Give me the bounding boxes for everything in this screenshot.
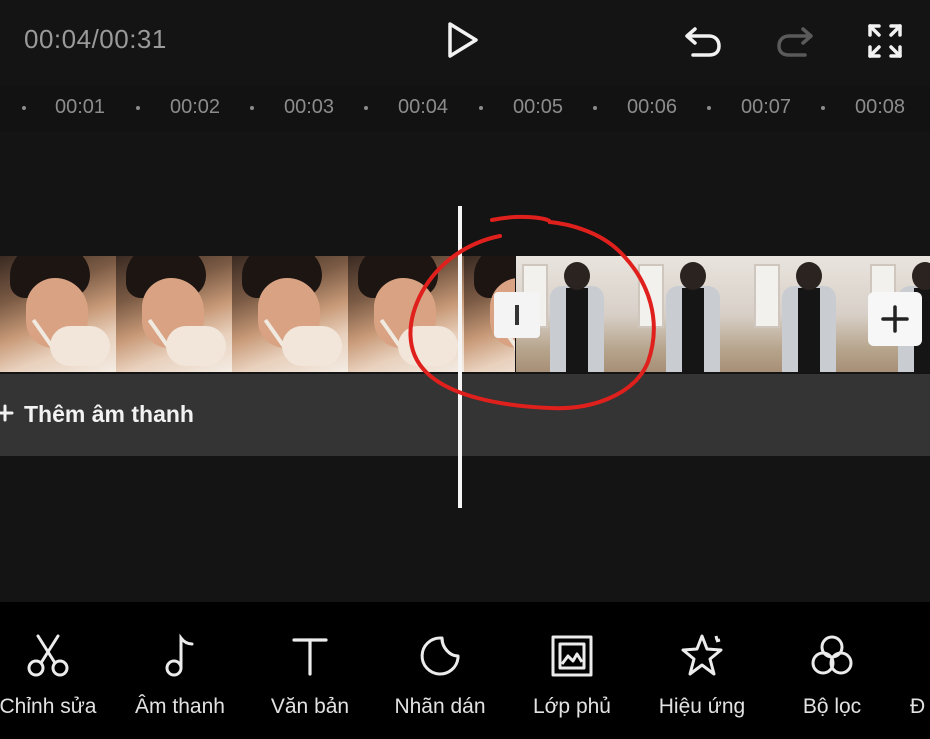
tool-more[interactable]: Đ [890, 632, 930, 732]
add-audio-track[interactable]: Thêm âm thanh [0, 374, 930, 456]
ruler-tick: 00:03 [283, 96, 335, 118]
filter-icon [811, 635, 853, 675]
clip-thumbnail [232, 256, 348, 372]
fullscreen-button[interactable] [862, 18, 908, 64]
undo-icon [685, 27, 721, 57]
ruler-tick: 00:04 [397, 96, 449, 118]
ruler-dot [821, 106, 825, 110]
clip-thumbnail [632, 256, 748, 372]
timeline: Thêm âm thanh [0, 132, 930, 602]
play-icon [448, 22, 478, 58]
clip-thumbnail [748, 256, 864, 372]
top-bar: 00:04/00:31 [0, 0, 930, 86]
video-clip-1[interactable] [0, 256, 515, 372]
ruler-tick: 00:06 [626, 96, 678, 118]
video-editor: 00:04/00:31 00:01 00:02 00:03 00:04 00:0… [0, 0, 930, 739]
time-ruler[interactable]: 00:01 00:02 00:03 00:04 00:05 00:06 00:0… [0, 86, 930, 132]
tool-filter[interactable]: Bộ lọc [772, 632, 892, 732]
overlay-icon [551, 635, 593, 677]
playback-timecode: 00:04/00:31 [24, 24, 167, 54]
add-clip-button[interactable] [868, 292, 922, 346]
clip-thumbnail [348, 256, 464, 372]
fullscreen-icon [868, 24, 902, 58]
tool-label: Âm thanh [135, 695, 225, 718]
video-track [0, 256, 930, 372]
ruler-tick: 00:02 [169, 96, 221, 118]
clip-thumbnail [0, 256, 116, 372]
ruler-dot [250, 106, 254, 110]
ruler-tick: 00:08 [854, 96, 906, 118]
scissors-icon [27, 634, 69, 677]
redo-icon [777, 27, 813, 57]
tool-label: Văn bản [270, 695, 350, 718]
add-audio-label: Thêm âm thanh [24, 401, 194, 427]
tool-edit[interactable]: Chỉnh sửa [0, 632, 108, 732]
text-icon [292, 638, 328, 676]
tool-text[interactable]: Văn bản [250, 632, 370, 732]
ruler-tick: 00:01 [54, 96, 106, 118]
plus-icon [881, 305, 909, 333]
ruler-tick: 00:05 [512, 96, 564, 118]
split-transition-icon [515, 305, 519, 325]
ruler-dot [136, 106, 140, 110]
undo-button[interactable] [680, 18, 726, 64]
effect-star-icon [681, 634, 723, 676]
sticker-icon [420, 636, 460, 676]
music-note-icon [165, 633, 194, 677]
ruler-tick: 00:07 [740, 96, 792, 118]
ruler-dot [707, 106, 711, 110]
playhead[interactable] [458, 206, 462, 508]
tool-label: Bộ lọc [802, 695, 862, 718]
ruler-dot [22, 106, 26, 110]
tool-audio[interactable]: Âm thanh [120, 632, 240, 732]
tool-effect[interactable]: Hiệu ứng [642, 632, 762, 732]
ruler-dot [364, 106, 368, 110]
plus-icon [0, 404, 14, 422]
bottom-toolbar: Chỉnh sửa Âm thanh Văn bản Nhãn dán Lớp … [0, 602, 930, 739]
play-button[interactable] [440, 18, 484, 62]
tool-sticker[interactable]: Nhãn dán [380, 632, 500, 732]
tool-label: Nhãn dán [394, 695, 486, 718]
ruler-dot [593, 106, 597, 110]
tool-label: Chỉnh sửa [0, 695, 97, 718]
tool-label: Lớp phủ [532, 695, 611, 718]
tool-label: Đ [910, 695, 926, 718]
tool-overlay[interactable]: Lớp phủ [512, 632, 632, 732]
transition-button[interactable] [494, 292, 540, 338]
redo-button[interactable] [772, 18, 818, 64]
tool-label: Hiệu ứng [658, 695, 746, 718]
clip-thumbnail [116, 256, 232, 372]
ruler-dot [479, 106, 483, 110]
